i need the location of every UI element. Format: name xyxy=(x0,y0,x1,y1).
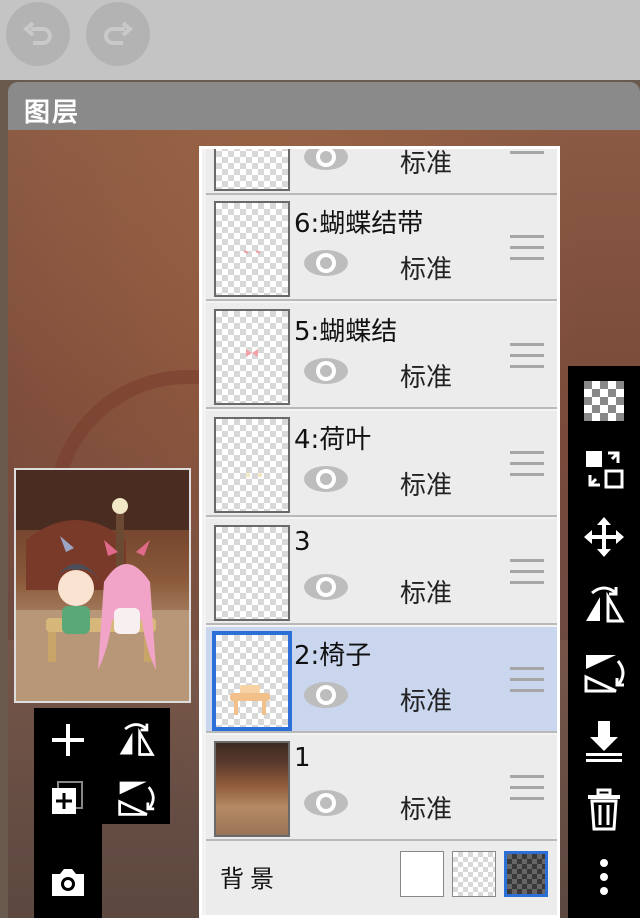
drag-handle-icon[interactable] xyxy=(510,235,544,263)
left-toolbar xyxy=(34,708,170,824)
transparency-icon xyxy=(584,381,624,421)
right-toolbar xyxy=(568,366,640,918)
add-layer-icon xyxy=(52,724,84,756)
layer-thumbnail xyxy=(214,525,290,621)
merge-down-icon xyxy=(586,721,622,762)
drag-handle-icon[interactable] xyxy=(510,451,544,479)
eye-icon[interactable] xyxy=(302,569,350,605)
top-bar xyxy=(0,0,640,80)
blend-mode[interactable]: 标准 xyxy=(400,681,452,718)
delete-icon xyxy=(588,788,620,831)
flip-horizontal-button[interactable] xyxy=(576,580,632,630)
flip-vertical-icon xyxy=(584,655,625,693)
layer-name: 6:蝴蝶结带 xyxy=(294,209,424,239)
eye-icon[interactable] xyxy=(302,146,350,175)
duplicate-layer-icon xyxy=(52,781,83,814)
blend-mode[interactable]: 标准 xyxy=(400,465,452,502)
flip-horizontal-button[interactable] xyxy=(108,716,164,764)
background-dark-option[interactable] xyxy=(504,851,548,897)
flip-vertical-button[interactable] xyxy=(576,648,632,698)
undo-button[interactable] xyxy=(6,2,70,66)
layer-thumbnail xyxy=(214,201,290,297)
layer-row[interactable]: 标准 xyxy=(206,146,557,195)
layer-name: 3 xyxy=(294,527,311,557)
delete-layer-button[interactable] xyxy=(576,784,632,834)
blend-mode[interactable]: 标准 xyxy=(400,357,452,394)
merge-down-button[interactable] xyxy=(576,716,632,766)
eye-icon[interactable] xyxy=(302,677,350,713)
swap-layer-button[interactable] xyxy=(576,444,632,494)
layer-row-selected[interactable]: 2:椅子 标准 xyxy=(206,627,557,733)
flip-vertical-button[interactable] xyxy=(108,774,164,822)
layer-row[interactable]: 1 标准 xyxy=(206,735,557,841)
more-button[interactable] xyxy=(576,852,632,902)
background-row: 背景 xyxy=(206,841,557,915)
panel-title-bar: 图层 xyxy=(8,82,640,130)
undo-icon xyxy=(22,21,52,45)
background-transparent-option[interactable] xyxy=(452,851,496,897)
drag-handle-icon[interactable] xyxy=(510,343,544,371)
layer-row[interactable]: 6:蝴蝶结带 标准 xyxy=(206,195,557,301)
redo-button[interactable] xyxy=(86,2,150,66)
layer-name: 1 xyxy=(294,743,311,773)
eye-icon[interactable] xyxy=(302,785,350,821)
layer-thumbnail xyxy=(214,309,290,405)
eye-icon[interactable] xyxy=(302,353,350,389)
blend-mode[interactable]: 标准 xyxy=(400,789,452,826)
background-white-option[interactable] xyxy=(400,851,444,897)
layer-thumbnail xyxy=(212,631,292,731)
eye-icon[interactable] xyxy=(302,245,350,281)
drag-handle-icon[interactable] xyxy=(510,559,544,587)
layer-list: 标准 6:蝴蝶结带 标准 5:蝴蝶结 标准 4:荷叶 标准 3 标准 2:椅子 … xyxy=(199,146,560,918)
blend-mode[interactable]: 标准 xyxy=(400,149,452,180)
camera-icon xyxy=(52,869,84,896)
layer-name: 2:椅子 xyxy=(294,641,372,671)
flip-horizontal-icon xyxy=(119,723,155,756)
flip-vertical-icon xyxy=(118,781,155,816)
layer-row[interactable]: 4:荷叶 标准 xyxy=(206,411,557,517)
camera-button[interactable] xyxy=(40,858,96,906)
canvas-preview[interactable] xyxy=(14,468,191,703)
drag-handle-icon[interactable] xyxy=(510,149,544,157)
layer-thumbnail xyxy=(214,417,290,513)
move-button[interactable] xyxy=(576,512,632,562)
layer-name: 4:荷叶 xyxy=(294,425,372,455)
swap-layer-icon xyxy=(586,451,624,489)
blend-mode[interactable]: 标准 xyxy=(400,573,452,610)
eye-icon[interactable] xyxy=(302,461,350,497)
background-label: 背景 xyxy=(220,865,280,893)
layer-thumbnail xyxy=(214,741,290,837)
blend-mode[interactable]: 标准 xyxy=(400,249,452,286)
left-toolbar-lower xyxy=(34,824,102,918)
flip-horizontal-icon xyxy=(586,586,625,623)
drag-handle-icon[interactable] xyxy=(510,667,544,695)
panel-title: 图层 xyxy=(24,98,81,128)
layer-thumbnail xyxy=(214,149,290,191)
layer-name: 5:蝴蝶结 xyxy=(294,317,398,347)
more-icon xyxy=(600,859,608,895)
redo-icon xyxy=(104,21,134,45)
drag-handle-icon[interactable] xyxy=(510,775,544,803)
layer-row[interactable]: 3 标准 xyxy=(206,519,557,625)
move-icon xyxy=(584,517,624,557)
duplicate-layer-button[interactable] xyxy=(40,774,96,822)
transparency-button[interactable] xyxy=(576,376,632,426)
layer-row[interactable]: 5:蝴蝶结 标准 xyxy=(206,303,557,409)
preview-image xyxy=(16,470,189,701)
add-layer-button[interactable] xyxy=(40,716,96,764)
